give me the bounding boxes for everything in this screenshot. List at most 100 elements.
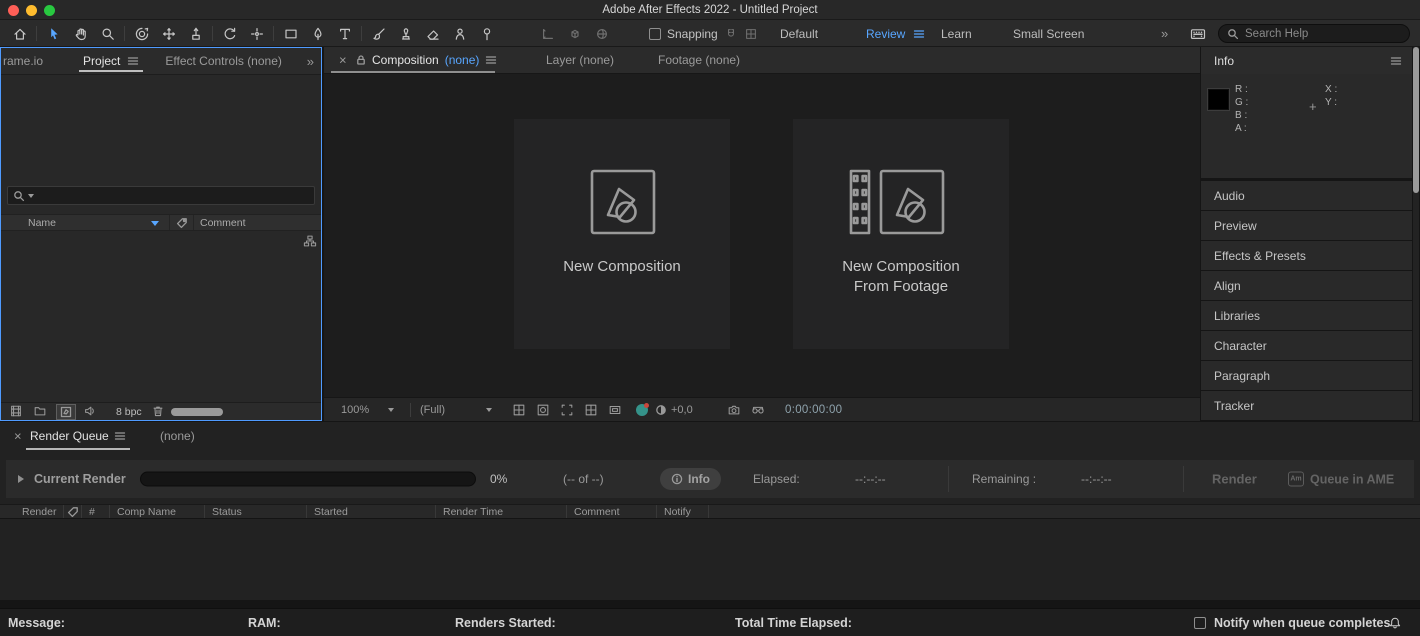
type-tool-button[interactable] (331, 22, 358, 45)
close-tab-icon[interactable]: × (339, 53, 347, 68)
help-search-input[interactable] (1245, 27, 1401, 40)
notify-checkbox[interactable] (1194, 616, 1206, 629)
apps-grid-icon[interactable] (1190, 21, 1206, 46)
workspace-learn[interactable]: Learn (941, 21, 972, 46)
trash-icon[interactable] (151, 404, 165, 418)
resolution-dropdown[interactable]: (Full) (420, 404, 445, 416)
render-info-button[interactable]: Info (660, 468, 721, 490)
tab-none[interactable]: (none) (160, 429, 195, 443)
panel-character[interactable]: Character (1201, 331, 1412, 360)
disclosure-triangle-icon[interactable] (18, 475, 24, 483)
column-number[interactable]: # (82, 505, 110, 518)
camera-view-icon[interactable] (608, 403, 622, 417)
workspace-small-screen[interactable]: Small Screen (1013, 21, 1084, 46)
tab-render-queue[interactable]: Render Queue (30, 429, 109, 443)
new-composition-button[interactable] (56, 404, 76, 420)
column-render[interactable]: Render (0, 505, 64, 518)
project-search-box[interactable] (7, 186, 315, 205)
panel-libraries[interactable]: Libraries (1201, 301, 1412, 330)
new-composition-card[interactable]: New Composition (514, 119, 730, 349)
audio-proxy-icon[interactable] (83, 404, 97, 418)
world-axis-mode-button[interactable] (561, 22, 588, 45)
column-comp-name[interactable]: Comp Name (110, 505, 205, 518)
column-render-time[interactable]: Render Time (436, 505, 567, 518)
snap-options-icon[interactable] (744, 27, 758, 41)
label-tag-icon[interactable] (176, 217, 188, 229)
selection-tool-button[interactable] (40, 22, 67, 45)
snap-magnet-icon[interactable] (724, 27, 738, 41)
show-snapshot-icon[interactable] (751, 403, 765, 417)
zoom-tool-button[interactable] (94, 22, 121, 45)
local-axis-mode-button[interactable] (534, 22, 561, 45)
snapping-checkbox[interactable] (649, 27, 661, 40)
transparency-grid-icon[interactable] (584, 403, 598, 417)
close-tab-icon[interactable]: × (14, 429, 22, 444)
magnification-caret-icon[interactable] (388, 407, 394, 412)
column-comment[interactable]: Comment (200, 217, 246, 229)
brush-tool-button[interactable] (365, 22, 392, 45)
hand-tool-button[interactable] (67, 22, 94, 45)
region-of-interest-icon[interactable] (560, 403, 574, 417)
new-composition-from-footage-card[interactable]: New Composition From Footage (793, 119, 1009, 349)
panel-tracker[interactable]: Tracker (1201, 391, 1412, 420)
column-label-tag[interactable] (64, 505, 82, 518)
project-tabs-overflow[interactable]: » (307, 54, 314, 69)
panel-align[interactable]: Align (1201, 271, 1412, 300)
puppet-pin-tool-button[interactable] (473, 22, 500, 45)
panel-menu-icon[interactable] (114, 430, 126, 442)
orbit-camera-tool-button[interactable] (128, 22, 155, 45)
clone-stamp-tool-button[interactable] (392, 22, 419, 45)
panel-menu-icon[interactable] (127, 55, 139, 67)
resolution-caret-icon[interactable] (486, 407, 492, 412)
magnification-dropdown[interactable]: 100% (341, 404, 369, 416)
tab-layer[interactable]: Layer (none) (546, 53, 614, 67)
tab-footage[interactable]: Footage (none) (658, 53, 740, 67)
column-name[interactable]: Name (28, 217, 56, 229)
horizontal-scrollbar-thumb[interactable] (171, 408, 223, 416)
fast-previews-icon[interactable] (636, 402, 649, 416)
panel-preview[interactable]: Preview (1201, 211, 1412, 240)
home-tool-button[interactable] (6, 22, 33, 45)
project-search-input[interactable] (37, 189, 309, 202)
panel-menu-icon[interactable] (485, 54, 497, 66)
flowchart-icon[interactable] (303, 234, 317, 248)
review-menu-icon[interactable] (913, 21, 925, 46)
scrollbar-thumb[interactable] (1413, 47, 1419, 193)
tab-effect-controls[interactable]: Effect Controls (none) (165, 54, 282, 68)
panel-effects-presets[interactable]: Effects & Presets (1201, 241, 1412, 270)
panel-scrollbar[interactable] (1413, 47, 1419, 421)
column-status[interactable]: Status (205, 505, 307, 518)
grid-guides-options-icon[interactable] (512, 403, 526, 417)
dolly-camera-tool-button[interactable] (182, 22, 209, 45)
pen-tool-button[interactable] (304, 22, 331, 45)
mask-visibility-icon[interactable] (536, 403, 550, 417)
panel-paragraph[interactable]: Paragraph (1201, 361, 1412, 390)
workspace-review[interactable]: Review (866, 21, 905, 46)
column-comment[interactable]: Comment (567, 505, 657, 518)
snapshot-camera-icon[interactable] (727, 403, 741, 417)
panel-menu-icon[interactable] (1390, 55, 1402, 67)
tab-frameio[interactable]: rame.io (3, 54, 43, 68)
exposure-icon[interactable] (655, 404, 667, 416)
lock-icon[interactable] (355, 54, 367, 66)
rectangle-tool-button[interactable] (277, 22, 304, 45)
rotation-tool-button[interactable] (216, 22, 243, 45)
exposure-value[interactable]: +0,0 (671, 404, 693, 416)
tab-project[interactable]: Project (78, 48, 144, 74)
color-depth-label[interactable]: 8 bpc (116, 406, 142, 418)
queue-in-ame-button[interactable]: Am Queue in AME (1288, 471, 1394, 487)
search-options-caret-icon[interactable] (28, 193, 34, 198)
workspace-default[interactable]: Default (780, 21, 818, 46)
tab-composition[interactable]: Composition (none) (372, 53, 497, 67)
pan-behind-anchor-tool-button[interactable] (243, 22, 270, 45)
info-panel-header[interactable]: Info (1201, 47, 1412, 74)
close-window-button[interactable] (8, 4, 19, 16)
help-search-box[interactable] (1218, 24, 1410, 43)
interpret-footage-icon[interactable] (9, 404, 23, 418)
timecode-display[interactable]: 0:00:00:00 (785, 404, 842, 416)
fullscreen-window-button[interactable] (44, 4, 55, 16)
column-started[interactable]: Started (307, 505, 436, 518)
render-button[interactable]: Render (1212, 472, 1257, 487)
new-folder-icon[interactable] (33, 404, 47, 418)
view-axis-mode-button[interactable] (588, 22, 615, 45)
